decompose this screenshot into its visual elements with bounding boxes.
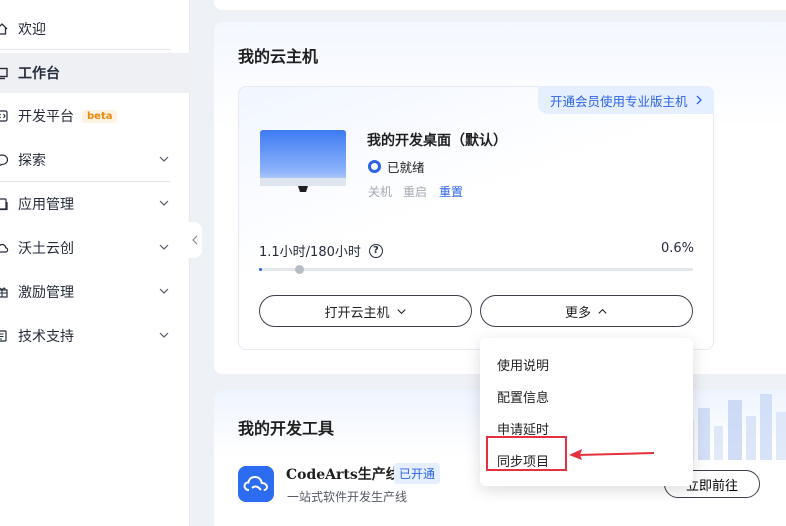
sidebar-collapse-button[interactable]: [188, 222, 202, 258]
beta-badge: beta: [82, 109, 118, 123]
help-icon[interactable]: ?: [368, 243, 383, 258]
sidebar-item-wotu[interactable]: 沃土云创: [0, 228, 190, 268]
usage-info: 1.1小时/180小时 ?: [259, 241, 383, 260]
tool-description: 一站式软件开发生产线: [287, 490, 408, 504]
sidebar-item-workbench[interactable]: 工作台: [0, 53, 190, 93]
sidebar-item-dev-platform[interactable]: 开发平台 beta: [0, 96, 190, 136]
cloud-host-title: 我的云主机: [238, 47, 319, 66]
progress-knob: [295, 265, 304, 274]
sidebar-item-label: 欢迎: [18, 22, 46, 38]
status-label: 已就绪: [387, 160, 425, 175]
chevron-down-icon: [159, 288, 169, 294]
chevron-down-icon: [159, 244, 169, 250]
status-indicator: 已就绪: [368, 157, 425, 176]
usage-percent: 0.6%: [661, 241, 695, 256]
code-icon: [0, 108, 10, 124]
chevron-down-icon: [159, 200, 169, 206]
sidebar-item-label: 激励管理: [18, 285, 74, 301]
sidebar-item-label: 沃土云创: [18, 241, 74, 257]
chevron-down-icon: [396, 308, 406, 314]
sidebar-item-app-manage[interactable]: 应用管理: [0, 184, 190, 224]
sidebar-item-label: 工作台: [18, 66, 60, 82]
chevron-up-icon: [598, 308, 607, 314]
chat-bubble-icon: [0, 152, 10, 168]
sidebar-item-support[interactable]: 技术支持: [0, 316, 190, 356]
chevron-down-icon: [159, 332, 169, 338]
menu-item-usage-guide[interactable]: 使用说明: [497, 355, 549, 374]
divider: [0, 181, 171, 182]
chevron-down-icon: [159, 156, 169, 162]
usage-progress-fill: [259, 268, 262, 271]
sidebar-item-explore[interactable]: 探索: [0, 140, 190, 180]
reset-button[interactable]: 重置: [439, 183, 463, 200]
top-card: [214, 0, 786, 10]
shutdown-button[interactable]: 关机: [368, 183, 392, 200]
divider: [0, 49, 171, 50]
chevron-left-icon: [192, 235, 198, 245]
sidebar: 欢迎 工作台 开发平台 beta 探索 应用管理 沃土云创 激励管理 技术支持: [0, 0, 190, 526]
monitor-icon: [260, 130, 346, 192]
upgrade-promo-link[interactable]: 开通会员使用专业版主机: [538, 86, 714, 114]
desktop-name: 我的开发桌面（默认）: [367, 133, 507, 149]
tool-name: CodeArts生产线: [286, 467, 400, 483]
home-icon: [0, 21, 10, 37]
opened-badge: 已开通: [394, 463, 441, 484]
cloud-icon: [0, 240, 10, 256]
usage-progress-bar: [259, 265, 693, 274]
workbench-icon: [0, 65, 10, 81]
sidebar-item-label: 技术支持: [18, 329, 74, 345]
restart-button[interactable]: 重启: [403, 183, 427, 200]
status-dot-icon: [368, 160, 381, 173]
red-arrow-icon: [569, 449, 655, 460]
sidebar-item-label: 应用管理: [18, 197, 74, 213]
app-manage-icon: [0, 196, 10, 212]
support-icon: [0, 328, 10, 344]
codearts-logo-icon: [238, 466, 274, 502]
menu-item-config-info[interactable]: 配置信息: [497, 387, 549, 406]
dev-tools-title: 我的开发工具: [238, 419, 335, 438]
sidebar-item-welcome[interactable]: 欢迎: [0, 9, 190, 49]
more-button-label: 更多: [564, 304, 591, 320]
open-cloud-host-button[interactable]: 打开云主机: [259, 295, 472, 327]
open-button-label: 打开云主机: [324, 304, 390, 320]
highlight-box: [486, 436, 567, 471]
sidebar-item-label: 探索: [18, 153, 46, 169]
usage-text: 1.1小时/180小时: [259, 245, 361, 260]
sidebar-item-label: 开发平台: [18, 109, 74, 125]
gift-icon: [0, 284, 10, 300]
chevron-right-icon: [696, 95, 702, 105]
promo-label: 开通会员使用专业版主机: [550, 93, 688, 109]
more-button[interactable]: 更多: [480, 295, 693, 327]
sidebar-item-incentive[interactable]: 激励管理: [0, 272, 190, 312]
